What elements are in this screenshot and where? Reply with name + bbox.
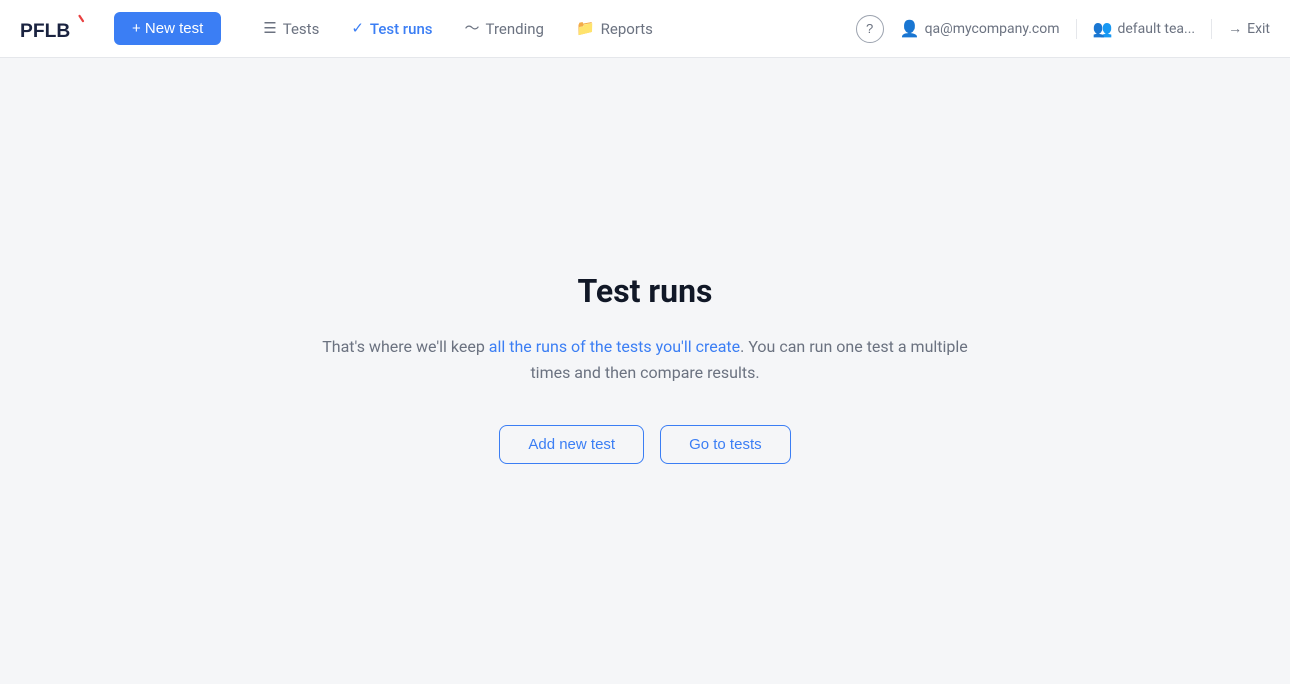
main-nav: ☰ Tests ✓ Test runs 〜 Trending 📁 Reports — [249, 14, 847, 44]
nav-item-reports[interactable]: 📁 Reports — [562, 14, 667, 44]
exit-item[interactable]: → Exit — [1228, 20, 1270, 37]
page-description: That's where we'll keep all the runs of … — [305, 334, 985, 385]
nav-label-reports: Reports — [601, 20, 653, 38]
team-name-label: default tea... — [1117, 21, 1195, 37]
user-email-label: qa@mycompany.com — [925, 21, 1060, 37]
tests-icon: ☰ — [263, 21, 276, 36]
nav-item-test-runs[interactable]: ✓ Test runs — [337, 14, 446, 44]
new-test-button[interactable]: + New test — [114, 12, 221, 45]
reports-icon: 📁 — [576, 21, 595, 36]
team-name-item[interactable]: 👥 default tea... — [1093, 19, 1196, 38]
description-part1: That's where we'll keep — [322, 337, 489, 356]
user-email-item[interactable]: 👤 qa@mycompany.com — [900, 19, 1060, 38]
team-icon: 👥 — [1093, 19, 1113, 38]
page-title: Test runs — [578, 272, 713, 310]
nav-label-tests: Tests — [283, 20, 320, 38]
header-divider-2 — [1211, 19, 1212, 39]
exit-arrow-icon: → — [1228, 20, 1242, 37]
svg-text:PFLB: PFLB — [20, 20, 70, 41]
description-highlight: all the runs of the tests you'll create — [489, 337, 740, 356]
trending-icon: 〜 — [465, 21, 480, 36]
header-right: ? 👤 qa@mycompany.com 👥 default tea... → … — [856, 15, 1270, 43]
test-runs-icon: ✓ — [351, 21, 364, 36]
action-buttons: Add new test Go to tests — [499, 425, 790, 464]
user-icon: 👤 — [900, 19, 920, 38]
help-button[interactable]: ? — [856, 15, 884, 43]
nav-label-trending: Trending — [486, 20, 544, 38]
exit-label: Exit — [1247, 21, 1270, 37]
logo[interactable]: PFLB — [20, 10, 90, 48]
nav-item-tests[interactable]: ☰ Tests — [249, 14, 333, 44]
go-to-tests-button[interactable]: Go to tests — [660, 425, 791, 464]
main-content: Test runs That's where we'll keep all th… — [0, 58, 1290, 678]
nav-label-test-runs: Test runs — [370, 20, 433, 38]
nav-item-trending[interactable]: 〜 Trending — [451, 14, 558, 44]
add-new-test-button[interactable]: Add new test — [499, 425, 644, 464]
header-divider — [1076, 19, 1077, 39]
